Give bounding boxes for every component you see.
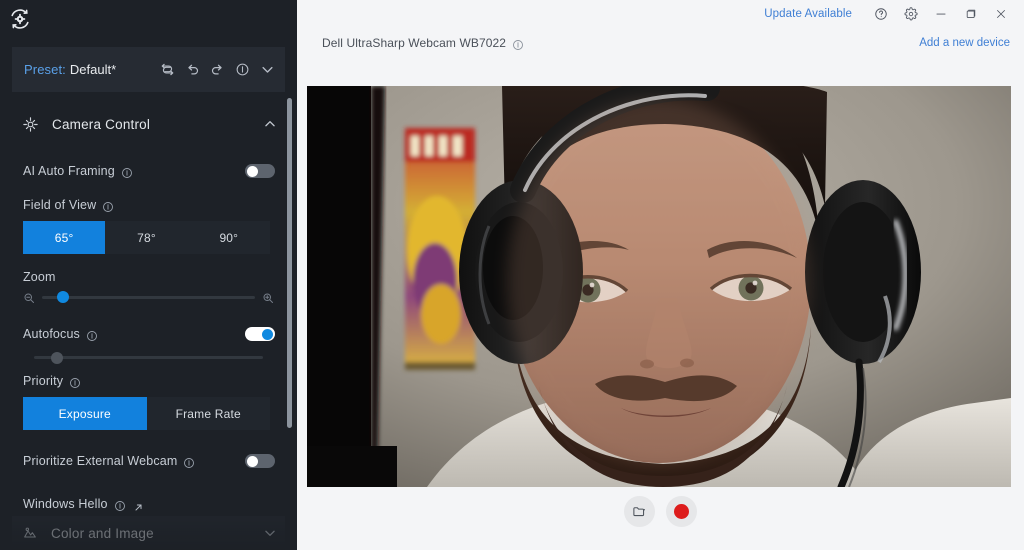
focus-slider-thumb[interactable]: [50, 351, 63, 364]
settings-scroll-area: Camera Control AI Auto Framing Field of …: [12, 100, 285, 550]
preset-label: Preset:: [24, 62, 66, 77]
close-icon[interactable]: [986, 1, 1016, 27]
camera-preview[interactable]: [307, 86, 1011, 487]
field-of-view-label: Field of View: [23, 198, 97, 212]
chevron-down-icon[interactable]: [260, 62, 275, 77]
info-icon[interactable]: [512, 38, 524, 50]
focus-target-icon: [22, 116, 39, 133]
info-icon[interactable]: [121, 166, 133, 178]
row-autofocus: Autofocus: [12, 321, 285, 347]
ai-auto-framing-toggle[interactable]: [245, 164, 275, 178]
fov-option-90[interactable]: 90°: [188, 221, 270, 254]
info-icon[interactable]: [86, 329, 98, 341]
focus-slider-row: [12, 351, 285, 364]
camera-preview-feed: [307, 86, 1011, 487]
fov-option-78[interactable]: 78°: [105, 221, 187, 254]
zoom-label: Zoom: [23, 270, 56, 284]
minimize-icon[interactable]: [926, 1, 956, 27]
maximize-icon[interactable]: [956, 1, 986, 27]
help-icon[interactable]: [866, 1, 896, 27]
field-of-view-segmented-control: 65° 78° 90°: [23, 221, 270, 254]
section-title: Camera Control: [52, 116, 151, 132]
app-window: Preset: Default* Camera Control AI Auto …: [0, 0, 1024, 550]
section-title: Color and Image: [51, 525, 154, 541]
row-prioritize-external-webcam: Prioritize External Webcam: [12, 448, 285, 474]
prioritize-external-webcam-toggle[interactable]: [245, 454, 275, 468]
field-of-view-label-block: Field of View: [12, 198, 285, 212]
info-icon[interactable]: [183, 456, 195, 468]
info-icon[interactable]: [102, 200, 114, 212]
row-windows-hello[interactable]: Windows Hello: [12, 491, 285, 517]
priority-option-exposure[interactable]: Exposure: [23, 397, 147, 430]
info-icon[interactable]: [69, 376, 81, 388]
fov-option-65[interactable]: 65°: [23, 221, 106, 254]
priority-option-frame-rate[interactable]: Frame Rate: [147, 397, 271, 430]
gear-icon[interactable]: [896, 1, 926, 27]
preview-controls: [297, 496, 1024, 527]
preset-bar[interactable]: Preset: Default*: [12, 47, 285, 92]
zoom-in-icon[interactable]: [262, 291, 274, 303]
add-new-device-link[interactable]: Add a new device: [919, 37, 1010, 49]
zoom-slider-row: [12, 291, 285, 303]
priority-segmented-control: Exposure Frame Rate: [23, 397, 270, 430]
preset-value: Default*: [69, 62, 117, 77]
sidebar-scrollbar[interactable]: [287, 98, 292, 428]
autofocus-toggle[interactable]: [245, 327, 275, 341]
update-available-link[interactable]: Update Available: [764, 8, 852, 20]
ai-auto-framing-label: AI Auto Framing: [23, 164, 115, 178]
section-header-camera-control[interactable]: Camera Control: [12, 100, 285, 148]
reset-icon[interactable]: [160, 62, 175, 77]
record-icon: [674, 504, 689, 519]
zoom-slider-thumb[interactable]: [57, 291, 70, 303]
gear-refresh-logo-icon: [5, 4, 35, 34]
chevron-down-icon[interactable]: [263, 526, 277, 540]
row-ai-auto-framing: AI Auto Framing: [12, 158, 285, 184]
folder-button[interactable]: [624, 496, 655, 527]
autofocus-label: Autofocus: [23, 327, 80, 341]
section-header-color-and-image[interactable]: Color and Image: [12, 516, 285, 550]
record-button[interactable]: [666, 496, 697, 527]
settings-sidebar: Preset: Default* Camera Control AI Auto …: [0, 0, 297, 550]
external-link-icon[interactable]: [133, 500, 144, 511]
priority-label: Priority: [23, 374, 64, 388]
info-icon[interactable]: [235, 62, 250, 77]
device-bar: Dell UltraSharp Webcam WB7022 Add a new …: [297, 28, 1024, 58]
focus-slider-track[interactable]: [34, 351, 263, 364]
priority-label-block: Priority: [12, 374, 285, 388]
undo-icon[interactable]: [185, 62, 200, 77]
zoom-slider-track[interactable]: [42, 291, 255, 303]
zoom-label-block: Zoom: [12, 270, 285, 284]
main-panel: Update Available Dell UltraSharp Webcam …: [297, 0, 1024, 550]
info-icon[interactable]: [114, 499, 126, 511]
zoom-out-icon[interactable]: [23, 291, 35, 303]
window-titlebar: Update Available: [297, 0, 1024, 28]
chevron-up-icon[interactable]: [263, 117, 277, 131]
redo-icon[interactable]: [210, 62, 225, 77]
preset-actions: [160, 62, 275, 77]
folder-icon: [633, 507, 645, 517]
device-name: Dell UltraSharp Webcam WB7022: [322, 36, 507, 50]
prioritize-external-webcam-label: Prioritize External Webcam: [23, 454, 178, 468]
windows-hello-label: Windows Hello: [23, 497, 108, 511]
sidebar-titlebar: [0, 0, 297, 37]
color-image-icon: [22, 525, 38, 541]
